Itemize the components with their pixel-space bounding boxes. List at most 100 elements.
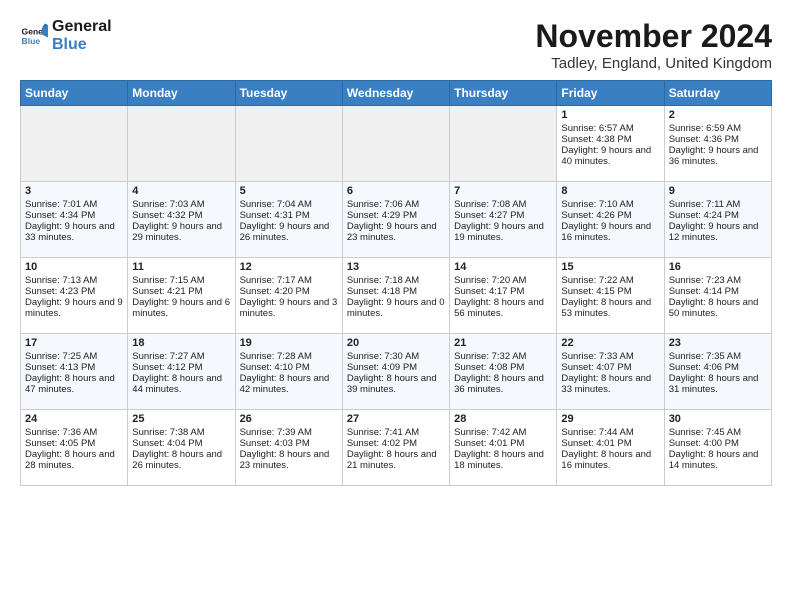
day-number: 14 — [454, 261, 552, 273]
title-block: November 2024 Tadley, England, United Ki… — [535, 18, 772, 72]
day-info: Sunrise: 7:03 AM — [132, 199, 230, 210]
day-info: Daylight: 9 hours and 19 minutes. — [454, 221, 552, 243]
day-info: Sunrise: 7:20 AM — [454, 275, 552, 286]
day-info: Daylight: 8 hours and 28 minutes. — [25, 449, 123, 471]
day-info: Sunset: 4:23 PM — [25, 286, 123, 297]
day-info: Sunset: 4:12 PM — [132, 362, 230, 373]
day-info: Daylight: 8 hours and 47 minutes. — [25, 373, 123, 395]
day-number: 6 — [347, 185, 445, 197]
calendar-cell: 19Sunrise: 7:28 AMSunset: 4:10 PMDayligh… — [235, 334, 342, 410]
calendar-table: SundayMondayTuesdayWednesdayThursdayFrid… — [20, 80, 772, 486]
day-info: Daylight: 8 hours and 26 minutes. — [132, 449, 230, 471]
day-info: Sunrise: 7:17 AM — [240, 275, 338, 286]
day-info: Sunrise: 7:08 AM — [454, 199, 552, 210]
day-info: Sunset: 4:01 PM — [561, 438, 659, 449]
day-info: Sunrise: 7:27 AM — [132, 351, 230, 362]
day-number: 21 — [454, 337, 552, 349]
day-number: 22 — [561, 337, 659, 349]
calendar-cell: 30Sunrise: 7:45 AMSunset: 4:00 PMDayligh… — [664, 410, 771, 486]
calendar-cell — [21, 106, 128, 182]
logo-general: General — [52, 18, 112, 36]
day-info: Sunrise: 7:45 AM — [669, 427, 767, 438]
day-info: Sunset: 4:08 PM — [454, 362, 552, 373]
day-number: 12 — [240, 261, 338, 273]
day-info: Sunrise: 7:18 AM — [347, 275, 445, 286]
day-info: Sunset: 4:21 PM — [132, 286, 230, 297]
calendar-cell — [235, 106, 342, 182]
day-info: Sunset: 4:15 PM — [561, 286, 659, 297]
day-info: Sunrise: 7:06 AM — [347, 199, 445, 210]
calendar-cell: 4Sunrise: 7:03 AMSunset: 4:32 PMDaylight… — [128, 182, 235, 258]
day-info: Daylight: 8 hours and 50 minutes. — [669, 297, 767, 319]
calendar-cell: 23Sunrise: 7:35 AMSunset: 4:06 PMDayligh… — [664, 334, 771, 410]
day-info: Sunset: 4:20 PM — [240, 286, 338, 297]
day-number: 2 — [669, 109, 767, 121]
day-info: Sunrise: 7:35 AM — [669, 351, 767, 362]
day-info: Sunrise: 6:57 AM — [561, 123, 659, 134]
logo-blue: Blue — [52, 36, 112, 54]
day-info: Sunset: 4:17 PM — [454, 286, 552, 297]
page: General Blue General Blue November 2024 … — [0, 0, 792, 496]
day-info: Sunrise: 7:33 AM — [561, 351, 659, 362]
header-row: SundayMondayTuesdayWednesdayThursdayFrid… — [21, 81, 772, 106]
calendar-cell: 2Sunrise: 6:59 AMSunset: 4:36 PMDaylight… — [664, 106, 771, 182]
day-info: Daylight: 8 hours and 14 minutes. — [669, 449, 767, 471]
day-info: Sunset: 4:29 PM — [347, 210, 445, 221]
day-info: Sunset: 4:04 PM — [132, 438, 230, 449]
calendar-cell: 8Sunrise: 7:10 AMSunset: 4:26 PMDaylight… — [557, 182, 664, 258]
day-info: Daylight: 8 hours and 16 minutes. — [561, 449, 659, 471]
calendar-cell: 24Sunrise: 7:36 AMSunset: 4:05 PMDayligh… — [21, 410, 128, 486]
header: General Blue General Blue November 2024 … — [20, 18, 772, 72]
calendar-cell: 20Sunrise: 7:30 AMSunset: 4:09 PMDayligh… — [342, 334, 449, 410]
day-number: 15 — [561, 261, 659, 273]
day-number: 26 — [240, 413, 338, 425]
day-info: Daylight: 8 hours and 36 minutes. — [454, 373, 552, 395]
day-info: Sunrise: 7:15 AM — [132, 275, 230, 286]
day-info: Sunset: 4:24 PM — [669, 210, 767, 221]
day-info: Sunset: 4:02 PM — [347, 438, 445, 449]
day-info: Sunset: 4:14 PM — [669, 286, 767, 297]
day-number: 5 — [240, 185, 338, 197]
day-info: Daylight: 9 hours and 36 minutes. — [669, 145, 767, 167]
col-header-friday: Friday — [557, 81, 664, 106]
day-info: Daylight: 9 hours and 12 minutes. — [669, 221, 767, 243]
month-title: November 2024 — [535, 18, 772, 55]
calendar-cell — [128, 106, 235, 182]
day-number: 18 — [132, 337, 230, 349]
day-info: Sunrise: 7:10 AM — [561, 199, 659, 210]
calendar-cell: 7Sunrise: 7:08 AMSunset: 4:27 PMDaylight… — [450, 182, 557, 258]
day-info: Sunrise: 7:22 AM — [561, 275, 659, 286]
day-info: Daylight: 9 hours and 6 minutes. — [132, 297, 230, 319]
day-info: Sunset: 4:05 PM — [25, 438, 123, 449]
day-info: Sunrise: 7:01 AM — [25, 199, 123, 210]
calendar-cell: 1Sunrise: 6:57 AMSunset: 4:38 PMDaylight… — [557, 106, 664, 182]
day-info: Sunset: 4:34 PM — [25, 210, 123, 221]
week-row-0: 1Sunrise: 6:57 AMSunset: 4:38 PMDaylight… — [21, 106, 772, 182]
calendar-cell: 16Sunrise: 7:23 AMSunset: 4:14 PMDayligh… — [664, 258, 771, 334]
day-info: Sunset: 4:13 PM — [25, 362, 123, 373]
day-info: Sunset: 4:10 PM — [240, 362, 338, 373]
day-info: Daylight: 9 hours and 33 minutes. — [25, 221, 123, 243]
week-row-1: 3Sunrise: 7:01 AMSunset: 4:34 PMDaylight… — [21, 182, 772, 258]
calendar-cell: 13Sunrise: 7:18 AMSunset: 4:18 PMDayligh… — [342, 258, 449, 334]
week-row-4: 24Sunrise: 7:36 AMSunset: 4:05 PMDayligh… — [21, 410, 772, 486]
calendar-cell: 28Sunrise: 7:42 AMSunset: 4:01 PMDayligh… — [450, 410, 557, 486]
day-info: Daylight: 8 hours and 23 minutes. — [240, 449, 338, 471]
day-number: 24 — [25, 413, 123, 425]
day-info: Sunset: 4:32 PM — [132, 210, 230, 221]
day-info: Sunset: 4:31 PM — [240, 210, 338, 221]
day-info: Sunset: 4:00 PM — [669, 438, 767, 449]
day-number: 17 — [25, 337, 123, 349]
day-info: Daylight: 8 hours and 56 minutes. — [454, 297, 552, 319]
day-info: Sunset: 4:06 PM — [669, 362, 767, 373]
col-header-monday: Monday — [128, 81, 235, 106]
col-header-sunday: Sunday — [21, 81, 128, 106]
calendar-cell — [450, 106, 557, 182]
day-info: Sunrise: 7:11 AM — [669, 199, 767, 210]
col-header-tuesday: Tuesday — [235, 81, 342, 106]
calendar-cell: 18Sunrise: 7:27 AMSunset: 4:12 PMDayligh… — [128, 334, 235, 410]
day-number: 4 — [132, 185, 230, 197]
day-info: Daylight: 9 hours and 3 minutes. — [240, 297, 338, 319]
day-number: 20 — [347, 337, 445, 349]
calendar-cell: 26Sunrise: 7:39 AMSunset: 4:03 PMDayligh… — [235, 410, 342, 486]
